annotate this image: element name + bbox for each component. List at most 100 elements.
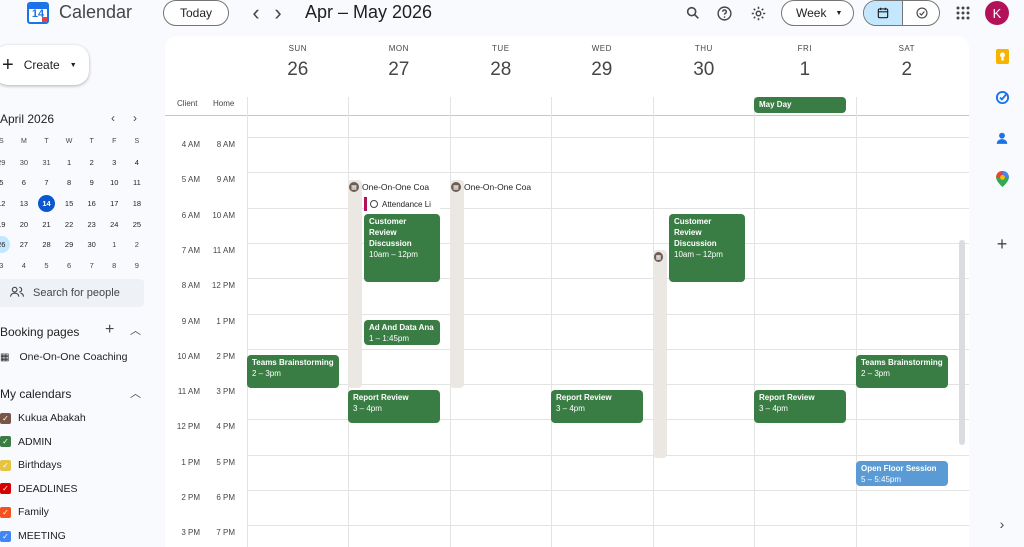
day-header[interactable]: WED 29 <box>551 36 653 81</box>
calendar-event[interactable]: Report Review 3 – 4pm <box>551 390 643 423</box>
mini-day[interactable]: 29 <box>58 235 81 256</box>
day-number[interactable]: 27 <box>348 59 450 81</box>
mini-day[interactable]: 25 <box>126 215 149 236</box>
apps-grid-icon[interactable] <box>953 3 973 23</box>
calendar-event[interactable]: Teams Brainstorming 2 – 3pm <box>247 355 339 388</box>
mini-day[interactable]: 3 <box>0 256 13 277</box>
calendar-item[interactable]: ✓ Kukua Abakah <box>0 412 86 424</box>
mini-day[interactable]: 6 <box>58 256 81 277</box>
calendar-event[interactable]: May Day <box>754 97 846 113</box>
day-header[interactable]: FRI 1 <box>754 36 856 81</box>
maps-icon[interactable] <box>994 171 1010 187</box>
booking-slot-bar[interactable] <box>348 180 362 388</box>
mini-day[interactable]: 19 <box>0 215 13 236</box>
tasks-icon[interactable] <box>994 89 1010 105</box>
avatar[interactable]: K <box>985 1 1009 25</box>
mini-prev-icon[interactable]: ‹ <box>111 111 115 125</box>
add-addon-icon[interactable]: + <box>994 234 1010 254</box>
mini-day[interactable]: 7 <box>35 173 58 194</box>
mini-day[interactable]: 9 <box>80 173 103 194</box>
day-header[interactable]: SUN 26 <box>247 36 349 81</box>
mini-day[interactable]: 9 <box>126 256 149 277</box>
day-number[interactable]: 28 <box>450 59 552 81</box>
calendar-event[interactable]: Ad And Data Ana 1 – 1:45pm <box>364 320 440 345</box>
calendar-event[interactable]: Report Review 3 – 4pm <box>348 390 440 423</box>
day-header[interactable]: MON 27 <box>348 36 450 81</box>
day-header[interactable]: TUE 28 <box>450 36 552 81</box>
mini-day[interactable]: 24 <box>103 215 126 236</box>
calendar-item[interactable]: ✓ ADMIN <box>0 436 52 448</box>
calendar-event[interactable]: Teams Brainstorming 2 – 3pm <box>856 355 948 388</box>
mini-day[interactable]: 14 <box>35 194 58 215</box>
day-number[interactable]: 30 <box>653 59 755 81</box>
mini-day[interactable]: 30 <box>80 235 103 256</box>
view-selector-button[interactable]: Week ▼ <box>781 0 854 26</box>
calendar-event[interactable]: Customer Review Discussion 10am – 12pm <box>669 214 745 282</box>
mini-day[interactable]: 30 <box>13 153 36 174</box>
calendar-item[interactable]: ✓ Birthdays <box>0 459 62 471</box>
mini-day[interactable]: 20 <box>13 215 36 236</box>
mini-day[interactable]: 5 <box>0 173 13 194</box>
booking-slot-bar[interactable] <box>653 250 667 458</box>
mini-day[interactable]: 5 <box>35 256 58 277</box>
calendar-event[interactable]: Customer Review Discussion 10am – 12pm <box>364 214 440 282</box>
mini-day[interactable]: 2 <box>80 153 103 174</box>
mini-day[interactable]: 12 <box>0 194 13 215</box>
mini-day[interactable]: 31 <box>35 153 58 174</box>
booking-icon[interactable]: ▦ <box>654 251 666 263</box>
mini-day[interactable]: 18 <box>126 194 149 215</box>
mini-day[interactable]: 21 <box>35 215 58 236</box>
collapse-booking-icon[interactable]: ︿ <box>130 322 141 338</box>
collapse-calendars-icon[interactable]: ︿ <box>130 385 141 401</box>
day-header[interactable]: SAT 2 <box>856 36 958 81</box>
mini-day[interactable]: 4 <box>126 153 149 174</box>
mini-day[interactable]: 10 <box>103 173 126 194</box>
calendar-item[interactable]: ✓ DEADLINES <box>0 483 78 495</box>
mini-day[interactable]: 27 <box>13 235 36 256</box>
calendar-checkbox[interactable]: ✓ <box>0 412 11 424</box>
keep-icon[interactable] <box>994 48 1010 64</box>
mini-day[interactable]: 6 <box>13 173 36 194</box>
calendar-logo-icon[interactable]: 14 <box>27 2 49 24</box>
scrollbar[interactable] <box>959 240 965 445</box>
booking-item[interactable]: ▦ One-On-One Coaching <box>0 351 127 363</box>
calendar-checkbox[interactable]: ✓ <box>0 436 11 448</box>
day-number[interactable]: 26 <box>247 59 349 81</box>
gear-icon[interactable] <box>748 3 768 23</box>
day-number[interactable]: 29 <box>551 59 653 81</box>
mini-day[interactable]: 1 <box>103 235 126 256</box>
booking-slot-bar[interactable] <box>450 180 464 388</box>
calendar-item[interactable]: ✓ MEETING <box>0 530 66 542</box>
mini-day[interactable]: 8 <box>103 256 126 277</box>
mini-day[interactable]: 23 <box>80 215 103 236</box>
mini-day[interactable]: 8 <box>58 173 81 194</box>
help-icon[interactable] <box>714 3 734 23</box>
mini-day[interactable]: 7 <box>80 256 103 277</box>
calendar-checkbox[interactable]: ✓ <box>0 506 11 518</box>
calendar-view-icon[interactable] <box>864 1 903 25</box>
day-number[interactable]: 1 <box>754 59 856 81</box>
add-booking-icon[interactable]: + <box>105 321 114 339</box>
mini-day[interactable]: 4 <box>13 256 36 277</box>
day-number[interactable]: 2 <box>856 59 958 81</box>
search-people-input[interactable]: Search for people <box>0 279 144 307</box>
mini-next-icon[interactable]: › <box>133 111 137 125</box>
mini-day[interactable]: 17 <box>103 194 126 215</box>
create-button[interactable]: + Create ▼ <box>0 45 89 85</box>
mini-day[interactable]: 2 <box>126 235 149 256</box>
attendance-task[interactable]: Attendance Li <box>364 197 440 211</box>
calendar-event[interactable]: Report Review 3 – 4pm <box>754 390 846 423</box>
contacts-icon[interactable] <box>994 130 1010 146</box>
today-button[interactable]: Today <box>163 0 229 26</box>
mini-day[interactable]: 26 <box>0 235 13 256</box>
mini-day[interactable]: 15 <box>58 194 81 215</box>
next-week-button[interactable]: › <box>268 0 288 26</box>
expand-side-panel-icon[interactable]: › <box>994 516 1010 532</box>
search-icon[interactable] <box>683 3 703 23</box>
booking-event[interactable]: ▦ One-On-One Coa <box>349 181 441 193</box>
mini-day[interactable]: 11 <box>126 173 149 194</box>
day-header[interactable]: THU 30 <box>653 36 755 81</box>
mini-day[interactable]: 13 <box>13 194 36 215</box>
mini-day[interactable]: 22 <box>58 215 81 236</box>
calendar-event[interactable]: Open Floor Session 5 – 5:45pm <box>856 461 948 486</box>
